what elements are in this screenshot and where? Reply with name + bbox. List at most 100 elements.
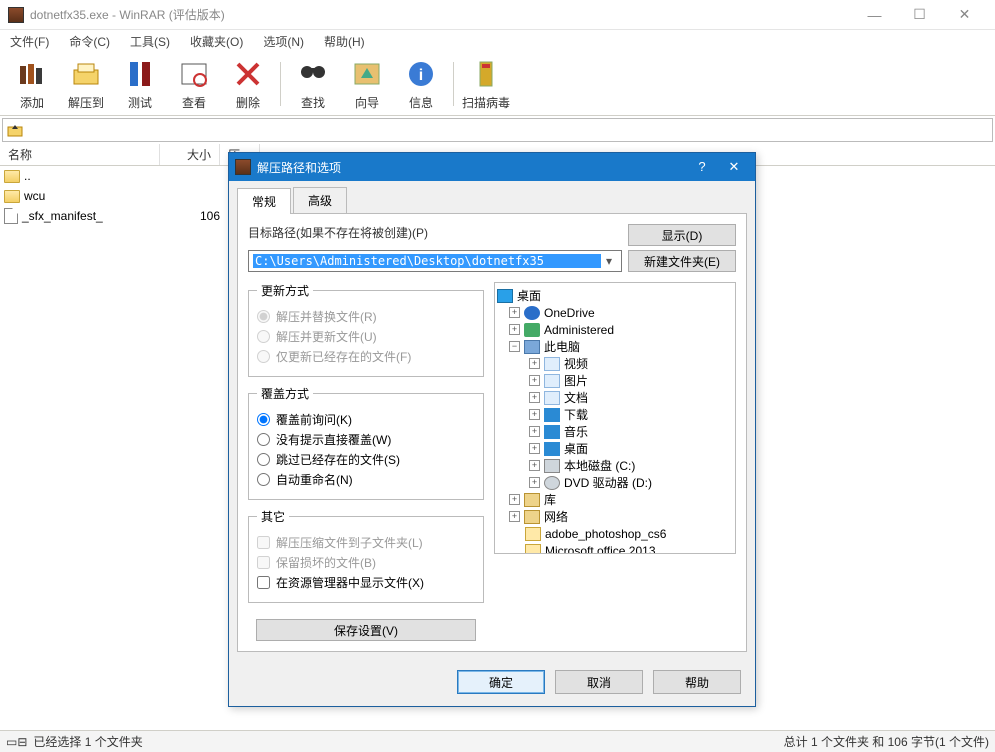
expand-icon[interactable]: + xyxy=(529,426,540,437)
chk-subfolders[interactable]: 解压压缩文件到子文件夹(L) xyxy=(257,534,475,551)
menu-commands[interactable]: 命令(C) xyxy=(63,31,116,52)
dvd-icon xyxy=(544,476,560,490)
pathbar[interactable] xyxy=(2,118,993,142)
expand-icon[interactable]: + xyxy=(529,460,540,471)
expand-icon[interactable]: + xyxy=(529,358,540,369)
path-combobox[interactable]: C:\Users\Administered\Desktop\dotnetfx35… xyxy=(248,250,622,272)
radio-overwrite-ask[interactable]: 覆盖前询问(K) xyxy=(257,411,475,428)
dialog-title: 解压路径和选项 xyxy=(257,159,341,176)
delete-icon xyxy=(230,56,266,92)
file-name: wcu xyxy=(24,189,45,203)
menu-options[interactable]: 选项(N) xyxy=(257,31,310,52)
help-button[interactable]: 帮助 xyxy=(653,670,741,694)
toolbar: 添加 解压到 测试 查看 删除 查找 向导 i 信息 扫描病毒 xyxy=(0,52,995,116)
expand-icon[interactable]: + xyxy=(529,375,540,386)
find-icon xyxy=(295,56,331,92)
toolbar-separator xyxy=(453,62,454,106)
chk-show-explorer[interactable]: 在资源管理器中显示文件(X) xyxy=(257,574,475,591)
dialog-help-button[interactable]: ? xyxy=(687,159,717,175)
chevron-down-icon[interactable]: ▾ xyxy=(601,254,617,268)
extract-icon xyxy=(68,56,104,92)
tb-scan[interactable]: 扫描病毒 xyxy=(460,56,512,111)
menu-help[interactable]: 帮助(H) xyxy=(318,31,371,52)
col-size[interactable]: 大小 xyxy=(160,144,220,165)
new-folder-button[interactable]: 新建文件夹(E) xyxy=(628,250,736,272)
group-overwrite-legend: 覆盖方式 xyxy=(257,385,313,402)
expand-icon[interactable]: + xyxy=(509,307,520,318)
tab-advanced[interactable]: 高级 xyxy=(293,187,347,213)
user-icon xyxy=(524,323,540,337)
tree-desktop[interactable]: 桌面 xyxy=(497,287,733,304)
cancel-button[interactable]: 取消 xyxy=(555,670,643,694)
group-overwrite: 覆盖方式 覆盖前询问(K) 没有提示直接覆盖(W) 跳过已经存在的文件(S) 自… xyxy=(248,385,484,500)
radio-update-fresh[interactable]: 仅更新已经存在的文件(F) xyxy=(257,348,475,365)
tb-info[interactable]: i 信息 xyxy=(395,56,447,111)
folder-icon xyxy=(4,170,20,183)
tree-documents[interactable]: +文档 xyxy=(497,389,733,406)
dialog-titlebar[interactable]: 解压路径和选项 ? ✕ xyxy=(229,153,755,181)
tree-videos[interactable]: +视频 xyxy=(497,355,733,372)
radio-update-update[interactable]: 解压并更新文件(U) xyxy=(257,328,475,345)
tree-onedrive[interactable]: +OneDrive xyxy=(497,304,733,321)
tree-user[interactable]: +Administered xyxy=(497,321,733,338)
expand-icon[interactable]: + xyxy=(529,392,540,403)
expand-icon[interactable]: + xyxy=(509,324,520,335)
folder-icon xyxy=(525,527,541,541)
tree-cdrive[interactable]: +本地磁盘 (C:) xyxy=(497,457,733,474)
expand-icon[interactable]: + xyxy=(529,443,540,454)
expand-icon[interactable]: + xyxy=(509,494,520,505)
menu-favorites[interactable]: 收藏夹(O) xyxy=(184,31,249,52)
toolbar-separator xyxy=(280,62,281,106)
chk-keep-broken[interactable]: 保留损坏的文件(B) xyxy=(257,554,475,571)
ok-button[interactable]: 确定 xyxy=(457,670,545,694)
collapse-icon[interactable]: − xyxy=(509,341,520,352)
maximize-button[interactable]: ☐ xyxy=(897,0,942,30)
group-update-legend: 更新方式 xyxy=(257,282,313,299)
folder-tree[interactable]: 桌面 +OneDrive +Administered −此电脑 +视频 +图片 … xyxy=(494,282,736,554)
tree-folder-ps[interactable]: adobe_photoshop_cs6 xyxy=(497,525,733,542)
tree-ddrive[interactable]: +DVD 驱动器 (D:) xyxy=(497,474,733,491)
path-value: C:\Users\Administered\Desktop\dotnetfx35 xyxy=(253,254,601,268)
tb-extract-label: 解压到 xyxy=(68,94,104,111)
tree-downloads[interactable]: +下载 xyxy=(497,406,733,423)
tree-folder-office[interactable]: Microsoft office 2013 xyxy=(497,542,733,554)
tb-extract[interactable]: 解压到 xyxy=(60,56,112,111)
folder-icon xyxy=(4,190,20,203)
tree-thispc[interactable]: −此电脑 xyxy=(497,338,733,355)
tree-music[interactable]: +音乐 xyxy=(497,423,733,440)
tree-pictures[interactable]: +图片 xyxy=(497,372,733,389)
expand-icon[interactable]: + xyxy=(529,477,540,488)
radio-overwrite-noask[interactable]: 没有提示直接覆盖(W) xyxy=(257,431,475,448)
expand-icon[interactable]: + xyxy=(529,409,540,420)
tb-find[interactable]: 查找 xyxy=(287,56,339,111)
tree-network[interactable]: +网络 xyxy=(497,508,733,525)
expand-icon[interactable]: + xyxy=(509,511,520,522)
dialog-close-button[interactable]: ✕ xyxy=(719,159,749,175)
radio-update-replace[interactable]: 解压并替换文件(R) xyxy=(257,308,475,325)
info-icon: i xyxy=(403,56,439,92)
up-folder-icon[interactable] xyxy=(7,122,23,138)
menu-tools[interactable]: 工具(S) xyxy=(124,31,176,52)
minimize-button[interactable]: — xyxy=(852,0,897,30)
tb-delete[interactable]: 删除 xyxy=(222,56,274,111)
tree-desk[interactable]: +桌面 xyxy=(497,440,733,457)
tb-view[interactable]: 查看 xyxy=(168,56,220,111)
save-settings-button[interactable]: 保存设置(V) xyxy=(256,619,476,641)
download-icon xyxy=(544,408,560,422)
tb-find-label: 查找 xyxy=(301,94,325,111)
tb-wizard[interactable]: 向导 xyxy=(341,56,393,111)
tb-add[interactable]: 添加 xyxy=(6,56,58,111)
tab-general[interactable]: 常规 xyxy=(237,188,291,214)
status-left: 已经选择 1 个文件夹 xyxy=(33,733,142,750)
radio-overwrite-skip[interactable]: 跳过已经存在的文件(S) xyxy=(257,451,475,468)
radio-overwrite-rename[interactable]: 自动重命名(N) xyxy=(257,471,475,488)
scan-icon xyxy=(468,56,504,92)
tb-test[interactable]: 测试 xyxy=(114,56,166,111)
close-button[interactable]: ✕ xyxy=(942,0,987,30)
books-add-icon xyxy=(14,56,50,92)
tree-libraries[interactable]: +库 xyxy=(497,491,733,508)
menu-file[interactable]: 文件(F) xyxy=(4,31,55,52)
document-icon xyxy=(544,391,560,405)
col-name[interactable]: 名称 xyxy=(0,144,160,165)
display-button[interactable]: 显示(D) xyxy=(628,224,736,246)
